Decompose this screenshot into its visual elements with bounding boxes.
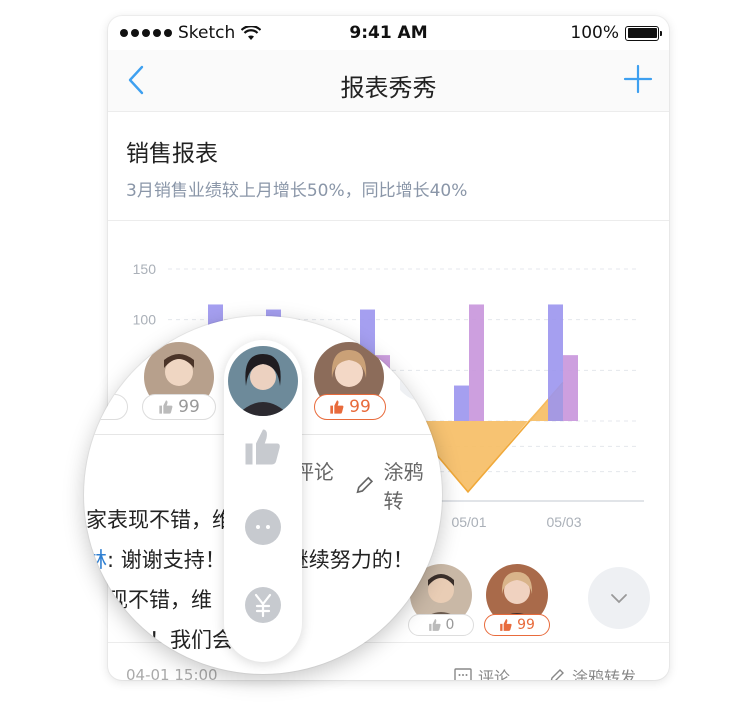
comment-text: 表现不错，维 <box>86 588 212 612</box>
like-count: 99 <box>517 617 535 633</box>
chat-bubble-icon[interactable] <box>242 506 284 548</box>
bar-series-b <box>563 355 578 421</box>
status-bar: Sketch 9:41 AM 100% <box>108 16 669 50</box>
graffiti-forward-button[interactable]: 涂鸦转发 <box>548 664 636 680</box>
x-tick-label: 05/03 <box>546 514 581 530</box>
like-count-badge[interactable]: 99 <box>484 614 550 636</box>
thumbs-up-icon <box>500 619 512 631</box>
yuan-reward-icon[interactable] <box>242 584 284 626</box>
like-count: 99 <box>178 397 200 417</box>
y-tick-label: 150 <box>133 261 157 277</box>
graffiti-label: 涂鸦转 <box>383 460 424 513</box>
magnified-content: 0 99 99 评论 涂鸦转 家表现不错，维！ 林: <box>84 316 442 674</box>
like-count-badge[interactable]: 99 <box>142 394 216 420</box>
magnified-chart <box>400 334 442 420</box>
comment-icon <box>454 668 472 680</box>
graffiti-forward-fragment[interactable]: 涂鸦转 <box>354 456 442 514</box>
pencil-icon <box>356 476 374 494</box>
battery-icon <box>625 25 662 41</box>
like-count: 0 <box>445 617 455 633</box>
battery-percent: 100% <box>570 23 619 43</box>
bar-series-a <box>548 304 563 421</box>
report-title: 销售报表 <box>126 141 218 167</box>
page-title: 报表秀秀 <box>340 74 437 102</box>
chevron-down-icon <box>611 594 627 604</box>
liker-item[interactable]: 99 <box>484 564 550 644</box>
comment-text: : 谢谢支持！ <box>107 548 226 572</box>
comment-text: 家表现不错，维 <box>86 508 233 532</box>
thumbs-up-icon <box>330 400 344 414</box>
thumbs-up-icon[interactable] <box>242 426 284 468</box>
bar-series-a <box>454 385 469 421</box>
navigation-bar: 报表秀秀 <box>108 50 669 112</box>
magnifier-lens: 0 99 99 评论 涂鸦转 家表现不错，维！ 林: <box>84 316 442 674</box>
x-tick-label: 05/01 <box>451 514 486 530</box>
comment-button[interactable]: 评论 <box>454 664 510 680</box>
expand-more-button[interactable] <box>588 567 650 629</box>
report-subtitle: 3月销售业绩较上月增长50%，同比增长40% <box>126 181 468 201</box>
like-count-badge[interactable]: 99 <box>314 394 386 420</box>
thumbs-up-icon <box>159 400 173 414</box>
pencil-icon <box>550 669 564 680</box>
graffiti-label: 涂鸦转发 <box>572 668 637 680</box>
battery-indicator: 100% <box>570 23 662 43</box>
like-count: 0 <box>86 397 98 417</box>
commenter-name[interactable]: 林 <box>86 548 107 572</box>
like-count: 99 <box>349 397 371 417</box>
like-count-badge[interactable]: 0 <box>84 394 128 420</box>
avatar[interactable] <box>228 346 298 416</box>
comment-tail: 继续努力的！ <box>287 548 414 572</box>
add-plus-icon[interactable] <box>623 64 653 94</box>
bar-series-b <box>469 304 484 421</box>
comment-label: 评论 <box>478 668 511 680</box>
